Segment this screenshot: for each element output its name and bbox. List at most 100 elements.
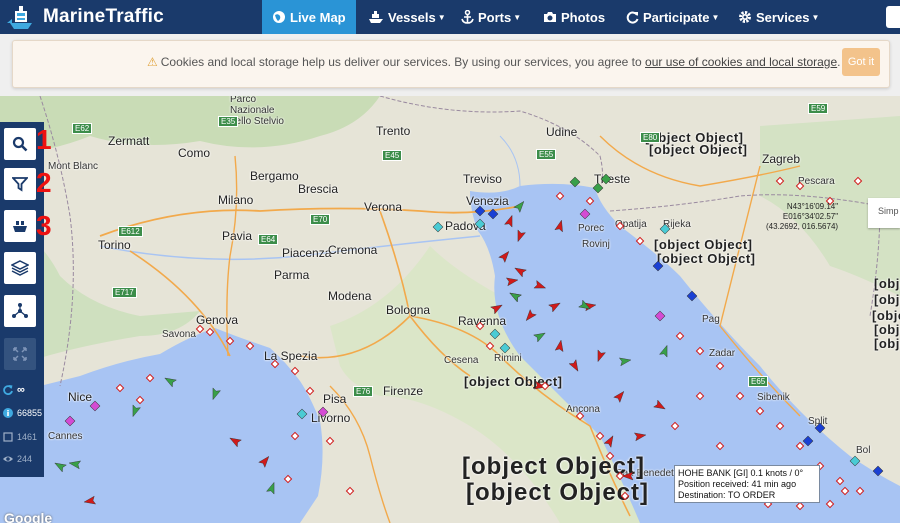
anchored-vessel-marker[interactable]	[775, 176, 785, 186]
anchored-vessel-marker[interactable]	[620, 491, 630, 501]
anchored-vessel-marker[interactable]	[795, 181, 805, 191]
brand-logo[interactable]: MarineTraffic	[6, 3, 164, 31]
anchored-vessel-marker[interactable]	[283, 474, 293, 484]
live-map[interactable]: Zermatt Como Bergamo Brescia Trento Udin…	[0, 96, 900, 523]
tanker-vessel-marker[interactable]	[514, 229, 526, 243]
tanker-vessel-marker[interactable]	[653, 399, 668, 412]
tanker-vessel-marker[interactable]	[490, 302, 505, 315]
fleet-button[interactable]	[4, 210, 36, 242]
cargo-vessel-marker[interactable]	[163, 375, 177, 388]
fishing-vessel-marker[interactable]	[579, 208, 591, 220]
tanker-vessel-marker[interactable]	[548, 300, 563, 313]
tanker-vessel-marker[interactable]	[533, 280, 547, 292]
cargo-vessel-marker[interactable]	[508, 290, 522, 303]
fishing-vessel-marker[interactable]	[89, 400, 101, 412]
anchored-vessel-marker[interactable]	[840, 486, 850, 496]
fishing-vessel-marker[interactable]	[64, 415, 76, 427]
anchored-vessel-marker[interactable]	[290, 366, 300, 376]
search-button[interactable]	[4, 128, 36, 160]
anchored-vessel-marker[interactable]	[715, 361, 725, 371]
anchored-vessel-marker[interactable]	[245, 341, 255, 351]
cargo-vessel-marker[interactable]	[618, 356, 632, 367]
anchored-vessel-marker[interactable]	[695, 391, 705, 401]
navaid-marker[interactable]	[849, 455, 861, 467]
tanker-vessel-marker[interactable]	[613, 389, 627, 403]
layers-button[interactable]	[4, 252, 36, 284]
cargo-vessel-marker[interactable]	[266, 481, 278, 495]
tanker-vessel-marker[interactable]	[603, 434, 616, 448]
anchored-vessel-marker[interactable]	[195, 324, 205, 334]
anchored-vessel-marker[interactable]	[735, 391, 745, 401]
passenger-vessel-marker[interactable]	[487, 208, 499, 220]
passenger-vessel-marker[interactable]	[814, 422, 826, 434]
tanker-vessel-marker[interactable]	[568, 359, 581, 374]
cargo-vessel-marker[interactable]	[533, 330, 548, 343]
tanker-vessel-marker[interactable]	[505, 276, 519, 287]
fullscreen-button[interactable]	[4, 338, 36, 370]
passenger-vessel-marker[interactable]	[872, 465, 884, 477]
anchored-vessel-marker[interactable]	[825, 499, 835, 509]
nav-participate[interactable]: Participate ▼	[626, 0, 719, 34]
nav-photos[interactable]: Photos	[543, 0, 605, 34]
anchored-vessel-marker[interactable]	[595, 431, 605, 441]
anchored-vessel-marker[interactable]	[205, 327, 215, 337]
anchored-vessel-marker[interactable]	[145, 373, 155, 383]
anchored-vessel-marker[interactable]	[615, 221, 625, 231]
anchored-vessel-marker[interactable]	[615, 471, 625, 481]
passenger-vessel-marker[interactable]	[686, 290, 698, 302]
moored-vessel-marker[interactable]	[600, 173, 612, 185]
moored-vessel-marker[interactable]	[592, 182, 604, 194]
anchored-vessel-marker[interactable]	[775, 421, 785, 431]
anchored-vessel-marker[interactable]	[290, 431, 300, 441]
passenger-vessel-marker[interactable]	[802, 435, 814, 447]
anchored-vessel-marker[interactable]	[305, 386, 315, 396]
anchored-vessel-marker[interactable]	[345, 486, 355, 496]
tanker-vessel-marker[interactable]	[258, 454, 272, 468]
anchored-vessel-marker[interactable]	[670, 421, 680, 431]
anchored-vessel-marker[interactable]	[635, 236, 645, 246]
anchored-vessel-marker[interactable]	[325, 436, 335, 446]
tanker-vessel-marker[interactable]	[228, 435, 242, 448]
tanker-vessel-marker[interactable]	[554, 339, 565, 353]
anchored-vessel-marker[interactable]	[115, 383, 125, 393]
anchored-vessel-marker[interactable]	[540, 381, 550, 391]
anchored-vessel-marker[interactable]	[695, 346, 705, 356]
anchored-vessel-marker[interactable]	[715, 441, 725, 451]
navaid-marker[interactable]	[432, 221, 444, 233]
anchored-vessel-marker[interactable]	[605, 451, 615, 461]
nav-login-stub[interactable]	[886, 6, 900, 28]
anchored-vessel-marker[interactable]	[795, 501, 805, 511]
nav-live-map[interactable]: Live Map	[262, 0, 356, 34]
navaid-marker[interactable]	[474, 218, 486, 230]
auto-refresh-status[interactable]: ∞	[3, 384, 25, 396]
fishing-vessel-marker[interactable]	[654, 310, 666, 322]
nav-ports[interactable]: Ports ▼	[461, 0, 521, 34]
fishing-vessel-marker[interactable]	[317, 406, 329, 418]
got-it-button[interactable]: Got it	[842, 48, 880, 76]
tanker-vessel-marker[interactable]	[498, 249, 512, 263]
anchored-vessel-marker[interactable]	[475, 321, 485, 331]
nav-vessels[interactable]: Vessels ▼	[368, 0, 446, 34]
cargo-vessel-marker[interactable]	[513, 199, 527, 213]
cargo-vessel-marker[interactable]	[129, 404, 141, 418]
tanker-vessel-marker[interactable]	[633, 431, 647, 442]
tanker-vessel-marker[interactable]	[513, 265, 527, 278]
density-button[interactable]	[4, 295, 36, 327]
tanker-vessel-marker[interactable]	[83, 495, 97, 506]
tanker-vessel-marker[interactable]	[554, 219, 566, 233]
anchored-vessel-marker[interactable]	[225, 336, 235, 346]
anchored-vessel-marker[interactable]	[555, 191, 565, 201]
cargo-vessel-marker[interactable]	[659, 344, 671, 358]
anchored-vessel-marker[interactable]	[855, 486, 865, 496]
tanker-vessel-marker[interactable]	[594, 349, 606, 363]
nav-services[interactable]: Services ▼	[738, 0, 819, 34]
filter-button[interactable]	[4, 168, 36, 200]
anchored-vessel-marker[interactable]	[270, 359, 280, 369]
anchored-vessel-marker[interactable]	[795, 441, 805, 451]
moored-vessel-marker[interactable]	[569, 176, 581, 188]
anchored-vessel-marker[interactable]	[835, 476, 845, 486]
anchored-vessel-marker[interactable]	[675, 331, 685, 341]
cargo-vessel-marker[interactable]	[53, 460, 67, 473]
cargo-vessel-marker[interactable]	[68, 459, 82, 470]
cargo-vessel-marker[interactable]	[209, 387, 221, 401]
